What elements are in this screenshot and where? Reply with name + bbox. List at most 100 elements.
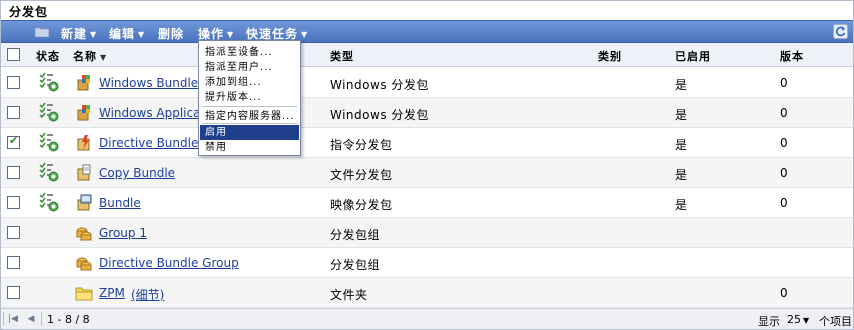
bundle-group-icon (75, 254, 93, 272)
version-cell: 0 (780, 136, 789, 150)
actions-label: 操作 (198, 27, 225, 41)
actions-menu-item[interactable]: 指定内容服务器... (200, 109, 299, 124)
bundles-panel: 分发包 新建 ▼ 编辑 ▼ 删除 操作 ▼ 快速任务 ▼ 状态 名称 ▼ 类型 类别 已启… (0, 0, 854, 330)
menu-divider (202, 106, 297, 107)
type-cell: 文件分发包 (330, 168, 393, 182)
bundle-name-link[interactable]: Windows Bundle (99, 76, 198, 90)
row-checkbox[interactable] (7, 226, 20, 239)
chevron-down-icon: ▼ (803, 316, 810, 325)
windows-bundle-icon (75, 74, 93, 92)
table-row[interactable]: Directive Bundle 指令分发包 是 0 (1, 128, 853, 158)
version-cell: 0 (780, 166, 789, 180)
actions-menu-item[interactable]: 提升版本... (200, 90, 299, 105)
bundle-group-icon (75, 224, 93, 242)
panel-header: 分发包 (1, 1, 853, 20)
bundle-name-link[interactable]: ZPM (99, 286, 125, 300)
windows-bundle-icon (75, 104, 93, 122)
row-checkbox[interactable] (7, 106, 20, 119)
type-cell: 指令分发包 (330, 138, 393, 152)
delete-button[interactable]: 删除 (158, 25, 184, 42)
chevron-down-icon: ▼ (138, 30, 146, 39)
edit-menu-button[interactable]: 编辑 ▼ (109, 25, 145, 42)
status-icon (39, 192, 59, 212)
enabled-cell: 是 (675, 78, 688, 92)
row-checkbox[interactable] (7, 256, 20, 269)
column-enabled[interactable]: 已启用 (675, 48, 711, 64)
row-checkbox[interactable] (7, 286, 20, 299)
enabled-cell: 是 (675, 168, 688, 182)
type-cell: 分发包组 (330, 228, 381, 242)
per-page-select[interactable]: 25 ▼ (787, 313, 809, 326)
per-page-value: 25 (787, 313, 801, 326)
column-name-label: 名称 (73, 50, 97, 63)
first-page-icon[interactable]: |◀ (7, 313, 19, 325)
row-checkbox[interactable] (7, 196, 20, 209)
new-menu-button[interactable]: 新建 ▼ (61, 25, 97, 42)
table-row[interactable]: Windows Applica Windows 分发包 是 0 (1, 98, 853, 128)
status-icon (39, 162, 59, 182)
type-cell: 映像分发包 (330, 198, 393, 212)
row-checkbox[interactable] (7, 76, 20, 89)
version-cell: 0 (780, 286, 789, 300)
type-cell: Windows 分发包 (330, 78, 429, 92)
select-all-checkbox[interactable] (7, 48, 20, 61)
details-link[interactable]: (细节) (131, 286, 164, 303)
row-checkbox[interactable] (7, 166, 20, 179)
column-status[interactable]: 状态 (36, 48, 60, 64)
bundle-name-link[interactable]: Directive Bundle (99, 136, 198, 150)
pagination-footer: |◀ ◀ 1 - 8 / 8 显示 25 ▼ 个项目 (1, 308, 853, 329)
actions-dropdown-menu: 指派至设备... 指派至用户... 添加到组... 提升版本... 指定内容服务器...… (198, 40, 301, 156)
chevron-down-icon: ▼ (90, 30, 98, 39)
column-type[interactable]: 类型 (330, 48, 354, 64)
version-cell: 0 (780, 76, 789, 90)
table-row[interactable]: Copy Bundle 文件分发包 是 0 (1, 158, 853, 188)
bundle-name-link[interactable]: Group 1 (99, 226, 147, 240)
bundle-name-link[interactable]: Bundle (99, 196, 141, 210)
page-range: 1 - 8 / 8 (47, 313, 90, 326)
refresh-icon[interactable] (833, 24, 848, 39)
previous-page-icon[interactable]: ◀ (25, 313, 37, 325)
type-cell: 文件夹 (330, 288, 368, 302)
table-row[interactable]: Group 1 分发包组 (1, 218, 853, 248)
actions-menu-item[interactable]: 启用 (200, 125, 299, 140)
table-row[interactable]: Bundle 映像分发包 是 0 (1, 188, 853, 218)
file-bundle-icon (75, 164, 93, 182)
directive-bundle-icon (75, 134, 93, 152)
enabled-cell: 是 (675, 108, 688, 122)
enabled-cell: 是 (675, 138, 688, 152)
column-category[interactable]: 类别 (598, 48, 622, 64)
table-row[interactable]: ZPM (细节) 文件夹 0 (1, 278, 853, 308)
actions-menu-item[interactable]: 指派至用户... (200, 60, 299, 75)
row-checkbox[interactable] (7, 134, 20, 149)
enabled-cell: 是 (675, 198, 688, 212)
actions-menu-item[interactable]: 禁用 (200, 140, 299, 155)
toolbar: 新建 ▼ 编辑 ▼ 删除 操作 ▼ 快速任务 ▼ (1, 20, 853, 43)
chevron-down-icon: ▼ (227, 30, 235, 39)
bundle-name-link[interactable]: Directive Bundle Group (99, 256, 239, 270)
bundle-name-link[interactable]: Copy Bundle (99, 166, 175, 180)
items-label: 个项目 (819, 315, 852, 328)
panel-title: 分发包 (9, 5, 49, 19)
status-icon (39, 132, 59, 152)
column-name[interactable]: 名称 ▼ (73, 48, 107, 64)
status-icon (39, 102, 59, 122)
bundle-name-link[interactable]: Windows Applica (99, 106, 200, 120)
table-row[interactable]: Windows Bundle Windows 分发包 是 0 (1, 68, 853, 98)
chevron-down-icon: ▼ (301, 30, 309, 39)
status-icon (39, 72, 59, 92)
image-bundle-icon (75, 194, 93, 212)
divider (3, 312, 4, 326)
actions-menu-item[interactable]: 添加到组... (200, 75, 299, 90)
table-row[interactable]: Directive Bundle Group 分发包组 (1, 248, 853, 278)
version-cell: 0 (780, 106, 789, 120)
column-version[interactable]: 版本 (780, 48, 804, 64)
divider (41, 312, 42, 326)
type-cell: 分发包组 (330, 258, 381, 272)
edit-label: 编辑 (109, 27, 136, 41)
actions-menu-item[interactable]: 指派至设备... (200, 45, 299, 60)
version-cell: 0 (780, 196, 789, 210)
folder-up-icon[interactable] (35, 26, 49, 37)
type-cell: Windows 分发包 (330, 108, 429, 122)
quick-tasks-label: 快速任务 (246, 27, 299, 41)
folder-icon (75, 284, 93, 302)
